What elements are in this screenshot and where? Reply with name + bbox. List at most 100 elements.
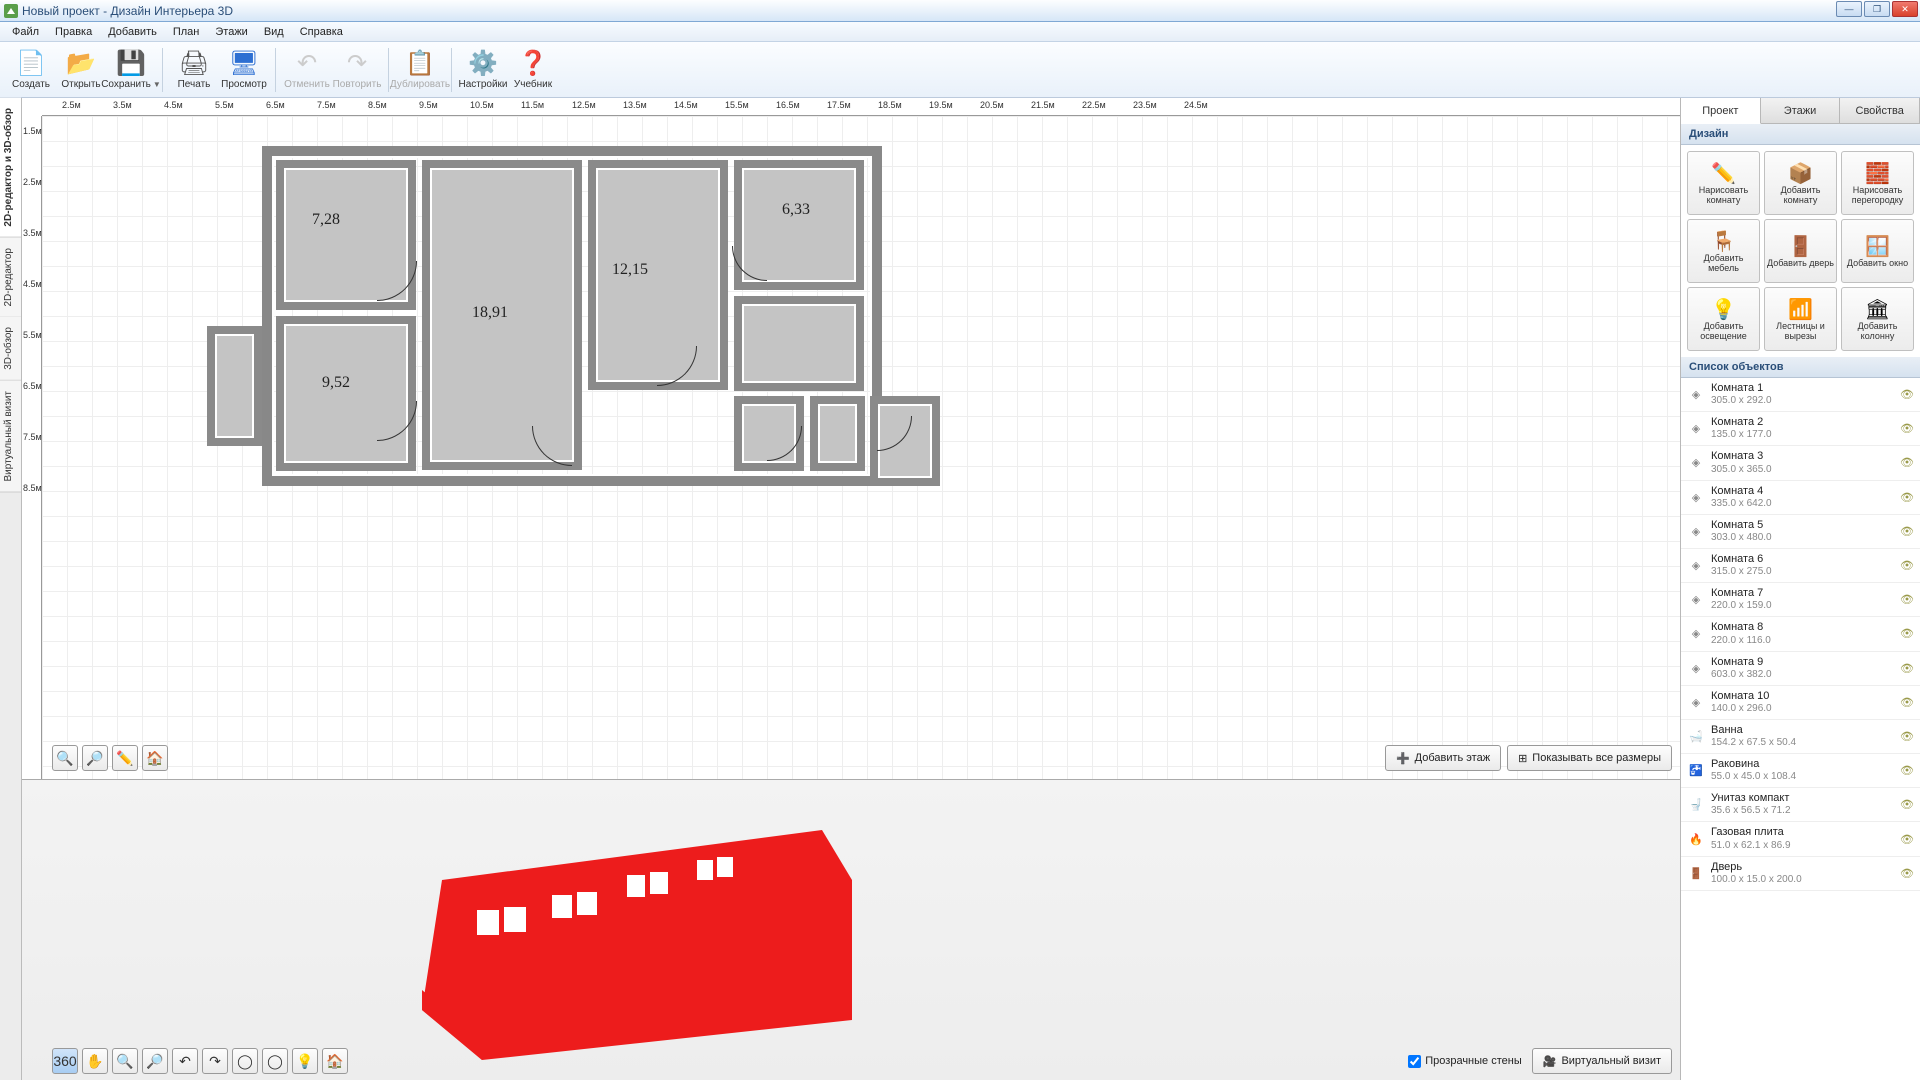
edit-button[interactable]: ✏️	[112, 745, 138, 771]
design-tool-button[interactable]: 🚪Добавить дверь	[1764, 219, 1837, 283]
zoom-out-button[interactable]: 🔍	[52, 745, 78, 771]
settings-button[interactable]: ⚙️Настройки	[458, 44, 508, 96]
vertical-tabs: 2D-редактор и 3D-обзор2D-редактор3D-обзо…	[0, 98, 22, 1080]
zoom-in-button[interactable]: 🔎	[82, 745, 108, 771]
visibility-icon[interactable]: 👁	[1900, 867, 1914, 880]
object-row[interactable]: ◈Комната 6315.0 x 275.0👁	[1681, 549, 1920, 583]
object-row[interactable]: 🚪Дверь100.0 x 15.0 x 200.0👁	[1681, 857, 1920, 891]
lasso2-button[interactable]: ◯	[262, 1048, 288, 1074]
right-tabs: ПроектЭтажиСвойства	[1681, 98, 1920, 124]
add-floor-button[interactable]: ➕Добавить этаж	[1385, 745, 1501, 771]
visibility-icon[interactable]: 👁	[1900, 525, 1914, 538]
design-tool-button[interactable]: ✏️Нарисовать комнату	[1687, 151, 1760, 215]
menu-Справка[interactable]: Справка	[292, 24, 351, 40]
object-row[interactable]: 🚽Унитаз компакт35.6 x 56.5 x 71.2👁	[1681, 788, 1920, 822]
design-tool-button[interactable]: 🧱Нарисовать перегородку	[1841, 151, 1914, 215]
menu-План[interactable]: План	[165, 24, 208, 40]
visibility-icon[interactable]: 👁	[1900, 559, 1914, 572]
print-button[interactable]: 🖨Печать	[169, 44, 219, 96]
visibility-icon[interactable]: 👁	[1900, 422, 1914, 435]
object-row[interactable]: ◈Комната 8220.0 x 116.0👁	[1681, 617, 1920, 651]
rotate-left-button[interactable]: ↶	[172, 1048, 198, 1074]
maximize-button[interactable]: ❐	[1864, 1, 1890, 17]
object-icon: ◈	[1687, 693, 1705, 711]
visibility-icon[interactable]: 👁	[1900, 627, 1914, 640]
grid-area[interactable]: 7,2818,9112,156,339,52	[42, 116, 1680, 779]
design-tool-button[interactable]: 🪑Добавить мебель	[1687, 219, 1760, 283]
canvas-3d-tools-left: 360 ✋ 🔍 🔎 ↶ ↷ ◯ ◯ 💡 🏠	[52, 1048, 348, 1074]
object-icon: 🔥	[1687, 830, 1705, 848]
lasso-button[interactable]: ◯	[232, 1048, 258, 1074]
preview-button[interactable]: 🖥Просмотр	[219, 44, 269, 96]
vtab-1[interactable]: 2D-редактор	[0, 238, 21, 318]
object-row[interactable]: 🔥Газовая плита51.0 x 62.1 x 86.9👁	[1681, 822, 1920, 856]
view-360-button[interactable]: 360	[52, 1048, 78, 1074]
object-row[interactable]: ◈Комната 1305.0 x 292.0👁	[1681, 378, 1920, 412]
design-tool-button[interactable]: 📶Лестницы и вырезы	[1764, 287, 1837, 351]
object-row[interactable]: ◈Комната 9603.0 x 382.0👁	[1681, 652, 1920, 686]
pan-button[interactable]: ✋	[82, 1048, 108, 1074]
canvas-3d[interactable]: 360 ✋ 🔍 🔎 ↶ ↷ ◯ ◯ 💡 🏠 Прозрачные стены 🎥…	[22, 780, 1680, 1080]
visibility-icon[interactable]: 👁	[1900, 696, 1914, 709]
floorplan[interactable]: 7,2818,9112,156,339,52	[262, 146, 962, 486]
menu-Правка[interactable]: Правка	[47, 24, 100, 40]
menu-Этажи[interactable]: Этажи	[207, 24, 255, 40]
duplicate-button: 📋Дублировать	[395, 44, 445, 96]
virtual-visit-button[interactable]: 🎥Виртуальный визит	[1532, 1048, 1672, 1074]
home-3d-button[interactable]: 🏠	[322, 1048, 348, 1074]
design-tool-button[interactable]: 🏛Добавить колонну	[1841, 287, 1914, 351]
tutorial-button[interactable]: ❓Учебник	[508, 44, 558, 96]
canvas-2d[interactable]: 2.5м3.5м4.5м5.5м6.5м7.5м8.5м9.5м10.5м11.…	[22, 98, 1680, 780]
save-button[interactable]: 💾Сохранить▼	[106, 44, 156, 96]
light-button[interactable]: 💡	[292, 1048, 318, 1074]
object-row[interactable]: ◈Комната 7220.0 x 159.0👁	[1681, 583, 1920, 617]
object-icon: ◈	[1687, 591, 1705, 609]
design-tool-button[interactable]: 💡Добавить освещение	[1687, 287, 1760, 351]
object-icon: 🚽	[1687, 796, 1705, 814]
create-icon: 📄	[17, 49, 45, 77]
object-row[interactable]: ◈Комната 2135.0 x 177.0👁	[1681, 412, 1920, 446]
home-button[interactable]: 🏠	[142, 745, 168, 771]
duplicate-icon: 📋	[406, 49, 434, 77]
object-row[interactable]: 🛁Ванна154.2 x 67.5 x 50.4👁	[1681, 720, 1920, 754]
rtab-Этажи[interactable]: Этажи	[1761, 98, 1841, 123]
rtab-Проект[interactable]: Проект	[1681, 98, 1761, 124]
menu-Вид[interactable]: Вид	[256, 24, 292, 40]
menu-Файл[interactable]: Файл	[4, 24, 47, 40]
object-row[interactable]: ◈Комната 10140.0 x 296.0👁	[1681, 686, 1920, 720]
create-button[interactable]: 📄Создать	[6, 44, 56, 96]
open-button[interactable]: 📂Открыть	[56, 44, 106, 96]
rotate-right-button[interactable]: ↷	[202, 1048, 228, 1074]
object-row[interactable]: ◈Комната 5303.0 x 480.0👁	[1681, 515, 1920, 549]
visibility-icon[interactable]: 👁	[1900, 388, 1914, 401]
vtab-0[interactable]: 2D-редактор и 3D-обзор	[0, 98, 21, 238]
zoom-in-3d-button[interactable]: 🔎	[142, 1048, 168, 1074]
visibility-icon[interactable]: 👁	[1900, 593, 1914, 606]
show-dimensions-button[interactable]: ⊞Показывать все размеры	[1507, 745, 1672, 771]
rtab-Свойства[interactable]: Свойства	[1840, 98, 1920, 123]
vtab-2[interactable]: 3D-обзор	[0, 317, 21, 381]
object-list[interactable]: ◈Комната 1305.0 x 292.0👁◈Комната 2135.0 …	[1681, 378, 1920, 1080]
object-row[interactable]: ◈Комната 4335.0 x 642.0👁	[1681, 481, 1920, 515]
visibility-icon[interactable]: 👁	[1900, 662, 1914, 675]
transparent-walls-checkbox[interactable]: Прозрачные стены	[1408, 1055, 1521, 1068]
menu-Добавить[interactable]: Добавить	[100, 24, 165, 40]
visibility-icon[interactable]: 👁	[1900, 798, 1914, 811]
visibility-icon[interactable]: 👁	[1900, 764, 1914, 777]
visibility-icon[interactable]: 👁	[1900, 730, 1914, 743]
object-row[interactable]: 🚰Раковина55.0 x 45.0 x 108.4👁	[1681, 754, 1920, 788]
close-button[interactable]: ✕	[1892, 1, 1918, 17]
vtab-3[interactable]: Виртуальный визит	[0, 381, 21, 493]
design-tool-button[interactable]: 📦Добавить комнату	[1764, 151, 1837, 215]
object-icon: ◈	[1687, 488, 1705, 506]
visibility-icon[interactable]: 👁	[1900, 491, 1914, 504]
minimize-button[interactable]: —	[1836, 1, 1862, 17]
app-icon	[4, 4, 18, 18]
design-tool-button[interactable]: 🪟Добавить окно	[1841, 219, 1914, 283]
visibility-icon[interactable]: 👁	[1900, 833, 1914, 846]
object-icon: ◈	[1687, 659, 1705, 677]
visibility-icon[interactable]: 👁	[1900, 456, 1914, 469]
object-row[interactable]: ◈Комната 3305.0 x 365.0👁	[1681, 446, 1920, 480]
canvas-2d-tools-right: ➕Добавить этаж ⊞Показывать все размеры	[1385, 745, 1672, 771]
zoom-out-3d-button[interactable]: 🔍	[112, 1048, 138, 1074]
